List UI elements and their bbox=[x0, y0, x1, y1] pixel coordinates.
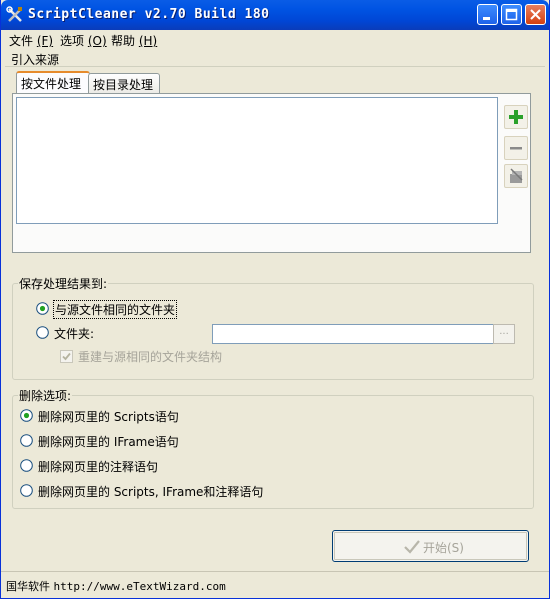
minus-icon bbox=[510, 147, 522, 150]
minimize-button[interactable] bbox=[477, 4, 498, 25]
start-button[interactable]: 开始(S) bbox=[332, 530, 529, 562]
folder-path-input[interactable] bbox=[212, 324, 494, 344]
rebuild-structure-checkbox[interactable] bbox=[60, 350, 73, 363]
radio-delete-scripts-label[interactable]: 删除网页里的 Scripts语句 bbox=[38, 408, 179, 425]
tab-by-file[interactable]: 按文件处理 bbox=[16, 71, 90, 94]
tools-icon bbox=[6, 6, 22, 22]
radio-custom-folder-label[interactable]: 文件夹: bbox=[54, 325, 94, 342]
radio-delete-scripts[interactable] bbox=[20, 409, 33, 422]
menu-file[interactable]: 文件 (F) bbox=[9, 32, 53, 49]
status-bar: 国华软件 http://www.eTextWizard.com bbox=[1, 571, 549, 599]
radio-delete-comments-label[interactable]: 删除网页里的注释语句 bbox=[38, 458, 158, 475]
add-file-button[interactable] bbox=[504, 105, 528, 129]
radio-delete-all[interactable] bbox=[20, 484, 33, 497]
rebuild-structure-label: 重建与源相同的文件夹结构 bbox=[78, 350, 223, 364]
window-title: ScriptCleaner v2.70 Build 180 bbox=[28, 7, 270, 22]
radio-delete-all-label[interactable]: 删除网页里的 Scripts, IFrame和注释语句 bbox=[38, 483, 263, 500]
radio-delete-iframe-label[interactable]: 删除网页里的 IFrame语句 bbox=[38, 433, 179, 450]
maximize-button[interactable] bbox=[501, 4, 522, 25]
status-text: 国华软件 http://www.eTextWizard.com bbox=[6, 578, 226, 594]
source-tabs: 按文件处理 按目录处理 bbox=[12, 71, 532, 258]
radio-same-folder[interactable] bbox=[36, 302, 49, 315]
save-options-title: 保存处理结果到: bbox=[18, 275, 109, 292]
radio-custom-folder[interactable] bbox=[36, 326, 49, 339]
plus-icon bbox=[509, 110, 523, 124]
delete-options-title: 删除选项: bbox=[18, 387, 73, 404]
menu-help[interactable]: 帮助 (H) bbox=[111, 32, 157, 49]
close-button[interactable] bbox=[525, 4, 546, 25]
browse-folder-button[interactable]: ... bbox=[493, 324, 515, 344]
source-file-list[interactable] bbox=[16, 97, 498, 224]
start-button-label: 开始(S) bbox=[423, 541, 464, 555]
clear-list-button[interactable] bbox=[504, 164, 528, 188]
close-icon bbox=[530, 9, 541, 20]
menu-bar: 文件 (F) 选项 (O) 帮助 (H) bbox=[1, 30, 549, 49]
minimize-icon bbox=[483, 17, 490, 20]
radio-delete-comments[interactable] bbox=[20, 459, 33, 472]
tab-by-directory[interactable]: 按目录处理 bbox=[88, 73, 160, 93]
radio-delete-iframe[interactable] bbox=[20, 434, 33, 447]
clear-list-icon bbox=[510, 168, 523, 183]
main-window: ScriptCleaner v2.70 Build 180 文件 (F) 选项 … bbox=[0, 0, 550, 599]
radio-same-folder-label[interactable]: 与源文件相同的文件夹 bbox=[53, 300, 178, 319]
maximize-icon bbox=[505, 8, 518, 21]
checkmark-icon bbox=[404, 540, 420, 554]
title-bar[interactable]: ScriptCleaner v2.70 Build 180 bbox=[1, 0, 549, 30]
company-name: 国华软件 bbox=[6, 580, 50, 593]
website-link[interactable]: http://www.eTextWizard.com bbox=[54, 580, 226, 593]
remove-file-button[interactable] bbox=[504, 136, 528, 160]
menu-options[interactable]: 选项 (O) bbox=[60, 32, 107, 49]
tab-panel-by-file bbox=[12, 93, 531, 253]
